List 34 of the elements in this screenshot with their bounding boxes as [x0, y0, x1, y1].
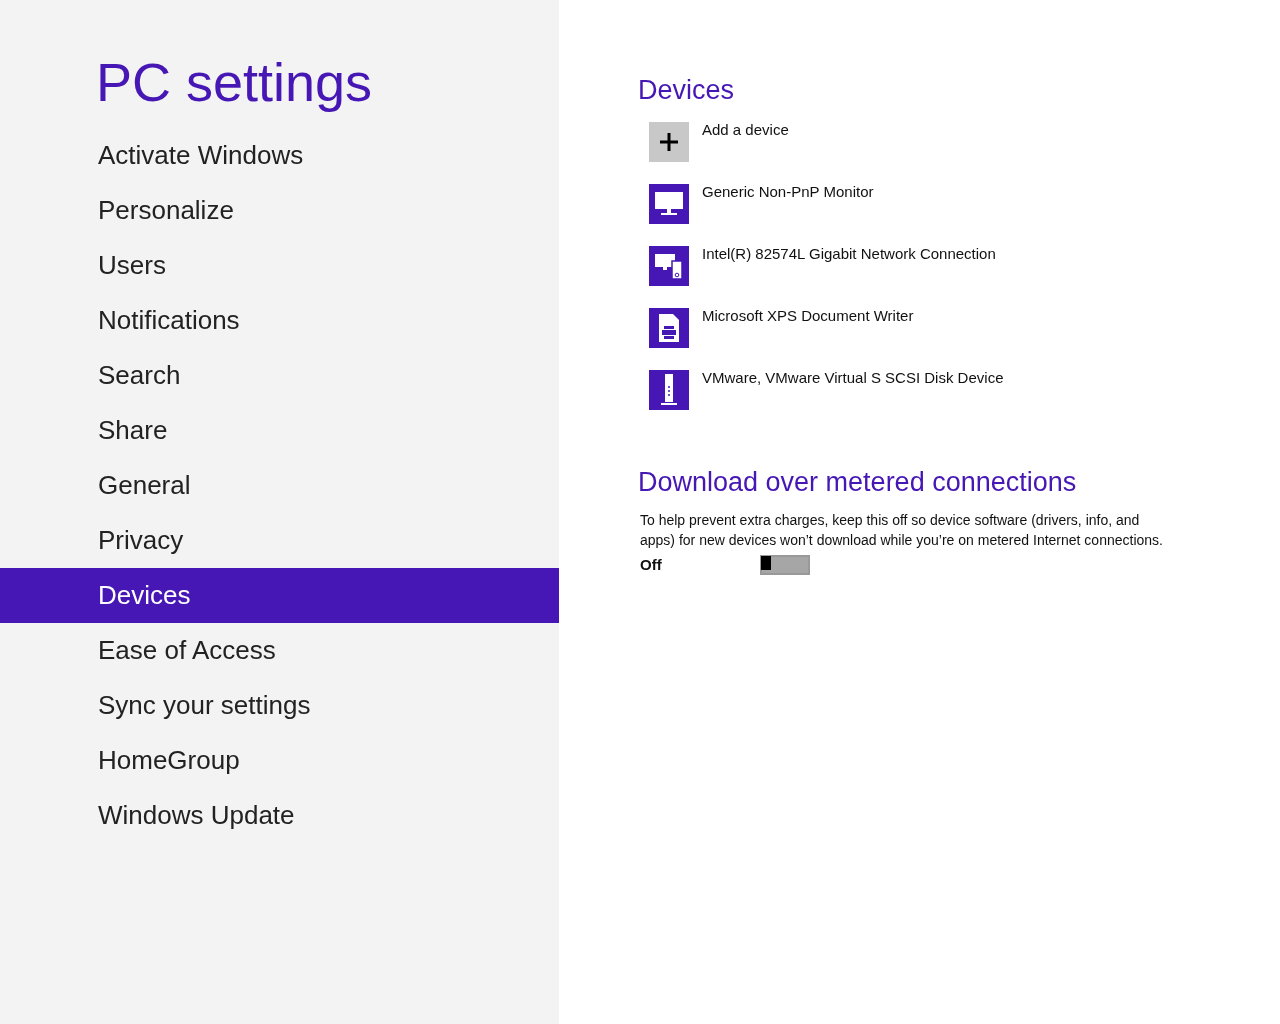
- sidebar-item[interactable]: Share: [0, 403, 559, 458]
- sidebar-item[interactable]: General: [0, 458, 559, 513]
- page-title: PC settings: [96, 51, 373, 114]
- sidebar-item[interactable]: Personalize: [0, 183, 559, 238]
- sidebar-item[interactable]: Search: [0, 348, 559, 403]
- sidebar-item[interactable]: Windows Update: [0, 788, 559, 843]
- sidebar-item[interactable]: Sync your settings: [0, 678, 559, 733]
- document-printer-icon: [649, 308, 689, 348]
- device-name: VMware, VMware Virtual S SCSI Disk Device: [702, 368, 1004, 388]
- disk-drive-icon: [649, 370, 689, 410]
- description-text: To help prevent extra charges, keep this off so device software (drivers, info, and apps) for new devices won’t download while you’re on metered Internet connections.: [640, 511, 1164, 550]
- device-item[interactable]: VMware, VMware Virtual S SCSI Disk Device: [649, 370, 1004, 410]
- add-icon: [649, 122, 689, 162]
- section-heading: Devices: [638, 74, 735, 107]
- device-name: Add a device: [702, 120, 789, 140]
- sidebar-item[interactable]: Devices: [0, 568, 559, 623]
- sidebar-item[interactable]: Ease of Access: [0, 623, 559, 678]
- sidebar-item[interactable]: Notifications: [0, 293, 559, 348]
- sidebar-item[interactable]: Users: [0, 238, 559, 293]
- section-heading: Download over metered connections: [638, 466, 1077, 499]
- sidebar-item[interactable]: Privacy: [0, 513, 559, 568]
- devices-icon: [649, 246, 689, 286]
- monitor-icon: [649, 184, 689, 224]
- sidebar-item[interactable]: Activate Windows: [0, 128, 559, 183]
- device-item[interactable]: Intel(R) 82574L Gigabit Network Connection: [649, 246, 996, 286]
- toggle-label: Off: [640, 555, 663, 575]
- toggle-switch[interactable]: [760, 555, 810, 576]
- device-name: Microsoft XPS Document Writer: [702, 306, 914, 326]
- device-name: Generic Non-PnP Monitor: [702, 182, 874, 202]
- device-name: Intel(R) 82574L Gigabit Network Connection: [702, 244, 996, 264]
- device-item[interactable]: Microsoft XPS Document Writer: [649, 308, 914, 348]
- sidebar-item[interactable]: HomeGroup: [0, 733, 559, 788]
- device-item[interactable]: Generic Non-PnP Monitor: [649, 184, 874, 224]
- device-item[interactable]: Add a device: [649, 122, 789, 162]
